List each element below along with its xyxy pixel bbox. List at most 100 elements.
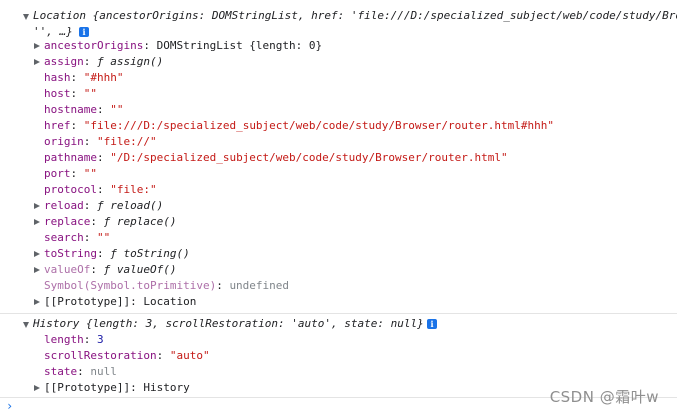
property-key: scrollRestoration bbox=[44, 349, 157, 362]
property-key: assign bbox=[44, 55, 84, 68]
property-value: "file://" bbox=[97, 135, 157, 148]
property-value: "/D:/specialized_subject/web/code/study/… bbox=[110, 151, 508, 164]
property-separator: : bbox=[143, 39, 157, 52]
property-separator: : bbox=[70, 87, 84, 100]
history-label: History bbox=[33, 317, 80, 330]
property-key: [[Prototype]] bbox=[44, 295, 131, 308]
property-separator: : bbox=[70, 119, 84, 132]
property-key: host bbox=[44, 87, 71, 100]
property-value: "" bbox=[97, 231, 111, 244]
property-value: ƒ reload() bbox=[97, 199, 164, 212]
property-row[interactable]: [[Prototype]]: History bbox=[44, 380, 190, 396]
info-icon[interactable]: i bbox=[427, 319, 437, 329]
expand-arrow-icon[interactable] bbox=[34, 42, 40, 49]
property-row[interactable]: toString: ƒ toString() bbox=[44, 246, 190, 262]
property-value: ƒ valueOf() bbox=[103, 263, 177, 276]
property-separator: : bbox=[216, 279, 230, 292]
property-row: host: "" bbox=[44, 86, 97, 102]
expand-arrow-icon[interactable] bbox=[34, 218, 40, 225]
property-key: protocol bbox=[44, 183, 97, 196]
property-key: hash bbox=[44, 71, 71, 84]
expand-arrow-icon[interactable] bbox=[23, 322, 29, 328]
property-value: "" bbox=[83, 87, 97, 100]
expand-arrow-icon[interactable] bbox=[34, 384, 40, 391]
property-value: "file:" bbox=[110, 183, 157, 196]
property-separator: : bbox=[156, 349, 170, 362]
property-row: hash: "#hhh" bbox=[44, 70, 124, 86]
property-key: port bbox=[44, 167, 71, 180]
property-value: Location bbox=[143, 295, 197, 308]
expand-arrow-icon[interactable] bbox=[34, 58, 40, 65]
property-separator: : bbox=[70, 71, 84, 84]
property-row: origin: "file://" bbox=[44, 134, 157, 150]
property-key: hostname bbox=[44, 103, 97, 116]
property-value: null bbox=[90, 365, 117, 378]
property-row[interactable]: replace: ƒ replace() bbox=[44, 214, 176, 230]
property-key: ancestorOrigins bbox=[44, 39, 144, 52]
property-value: "auto" bbox=[169, 349, 210, 362]
property-row[interactable]: assign: ƒ assign() bbox=[44, 54, 163, 70]
console-prompt-icon[interactable]: › bbox=[6, 400, 13, 412]
property-key: valueOf bbox=[44, 263, 91, 276]
expand-arrow-icon[interactable] bbox=[34, 202, 40, 209]
property-key: length bbox=[44, 333, 84, 346]
property-separator: : bbox=[96, 103, 111, 116]
property-separator: : bbox=[83, 231, 97, 244]
property-row[interactable]: [[Prototype]]: Location bbox=[44, 294, 196, 310]
location-summary[interactable]: Location {ancestorOrigins: DOMStringList… bbox=[33, 8, 677, 24]
property-row: state: null bbox=[44, 364, 117, 380]
property-key: reload bbox=[44, 199, 84, 212]
property-key: state bbox=[44, 365, 78, 378]
expand-arrow-icon[interactable] bbox=[34, 266, 40, 273]
property-row: length: 3 bbox=[44, 332, 104, 348]
property-key: origin bbox=[44, 135, 84, 148]
property-value: "file:///D:/specialized_subject/web/code… bbox=[83, 119, 554, 132]
message-divider bbox=[0, 313, 677, 314]
expand-arrow-icon[interactable] bbox=[34, 250, 40, 257]
property-key: toString bbox=[44, 247, 97, 260]
property-separator: : bbox=[90, 263, 104, 276]
location-preview: {ancestorOrigins: DOMStringList, href: '… bbox=[92, 9, 677, 22]
summary-continuation-text: '', …} bbox=[33, 25, 73, 38]
property-value: DOMStringList {length: 0} bbox=[156, 39, 323, 52]
property-row: pathname: "/D:/specialized_subject/web/c… bbox=[44, 150, 508, 166]
property-row[interactable]: valueOf: ƒ valueOf() bbox=[44, 262, 176, 278]
property-row: protocol: "file:" bbox=[44, 182, 157, 198]
devtools-console: { "location": { "summary_label": "Locati… bbox=[0, 0, 677, 416]
property-separator: : bbox=[96, 151, 111, 164]
property-row: search: "" bbox=[44, 230, 110, 246]
location-label: Location bbox=[33, 9, 86, 22]
info-icon[interactable]: i bbox=[79, 27, 89, 37]
property-separator: : bbox=[96, 183, 111, 196]
property-key: replace bbox=[44, 215, 91, 228]
property-separator: : bbox=[83, 199, 97, 212]
history-preview: {length: 3, scrollRestoration: 'auto', s… bbox=[85, 317, 424, 330]
property-key: Symbol(Symbol.toPrimitive) bbox=[44, 279, 217, 292]
property-value: History bbox=[143, 381, 190, 394]
property-row[interactable]: ancestorOrigins: DOMStringList {length: … bbox=[44, 38, 322, 54]
property-separator: : bbox=[83, 135, 97, 148]
property-separator: : bbox=[96, 247, 111, 260]
property-value: "#hhh" bbox=[83, 71, 124, 84]
property-key: pathname bbox=[44, 151, 97, 164]
property-separator: : bbox=[130, 295, 144, 308]
property-value: undefined bbox=[229, 279, 290, 292]
property-value: "" bbox=[83, 167, 97, 180]
property-row: port: "" bbox=[44, 166, 97, 182]
expand-arrow-icon[interactable] bbox=[34, 298, 40, 305]
property-separator: : bbox=[90, 215, 104, 228]
property-row: hostname: "" bbox=[44, 102, 123, 118]
property-key: [[Prototype]] bbox=[44, 381, 131, 394]
property-separator: : bbox=[83, 55, 97, 68]
property-key: href bbox=[44, 119, 71, 132]
property-value: ƒ toString() bbox=[110, 247, 190, 260]
property-value: ƒ assign() bbox=[97, 55, 164, 68]
watermark: CSDN @霜叶w bbox=[549, 388, 659, 406]
property-value: "" bbox=[110, 103, 124, 116]
property-separator: : bbox=[130, 381, 144, 394]
property-row[interactable]: reload: ƒ reload() bbox=[44, 198, 163, 214]
property-separator: : bbox=[77, 365, 91, 378]
history-summary[interactable]: History {length: 3, scrollRestoration: '… bbox=[33, 316, 424, 332]
expand-arrow-icon[interactable] bbox=[23, 14, 29, 20]
property-key: search bbox=[44, 231, 84, 244]
